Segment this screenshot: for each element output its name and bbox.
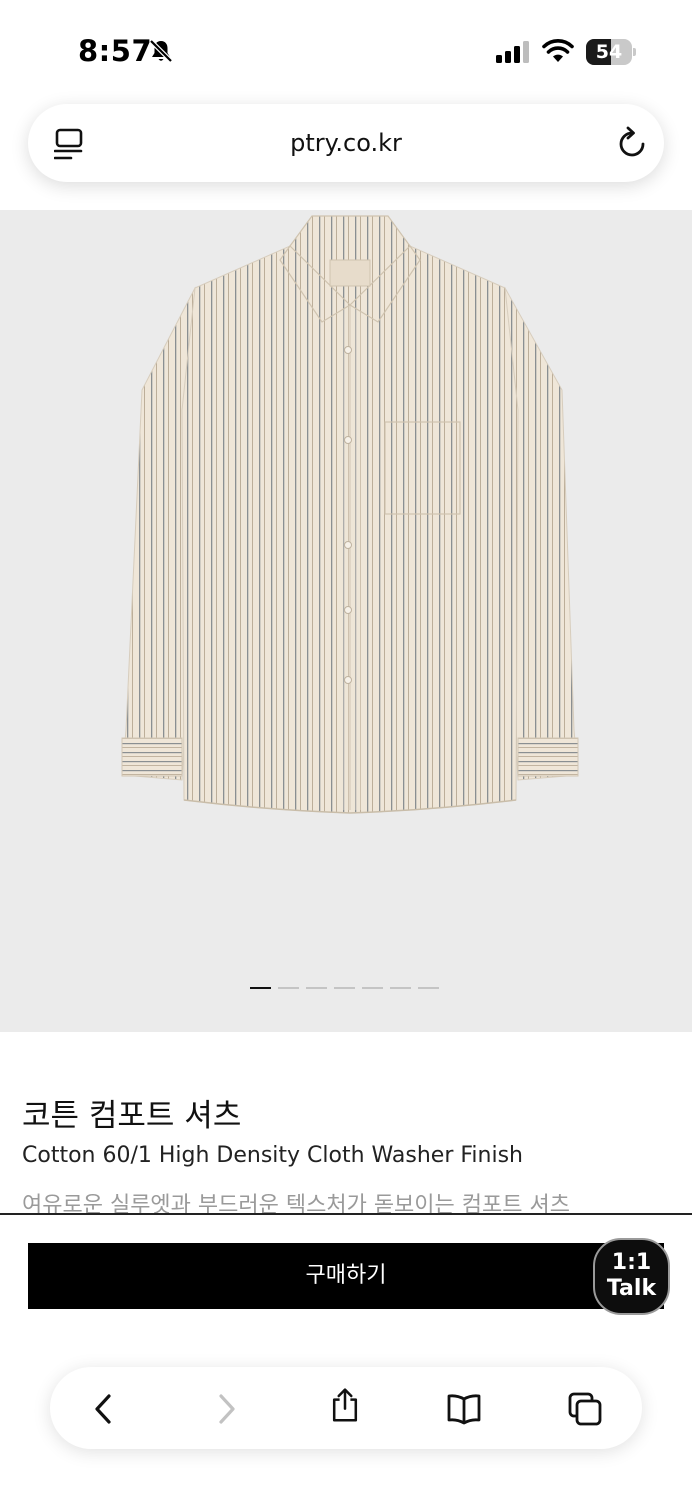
- purchase-bar: 구매하기 1:1 Talk: [0, 1215, 692, 1340]
- bell-slash-icon: [149, 39, 173, 63]
- product-image-carousel[interactable]: [0, 210, 692, 1032]
- carousel-indicator: [250, 987, 450, 991]
- product-description: 여유로운 실루엣과 부드러운 텍스처가 돋보이는 컴포트 셔츠: [22, 1193, 570, 1214]
- battery-percent: 54: [595, 41, 623, 63]
- browser-address-area: ptry.co.kr: [0, 100, 692, 210]
- tabs-icon[interactable]: [567, 1391, 603, 1427]
- product-subtitle: Cotton 60/1 High Density Cloth Washer Fi…: [22, 1143, 523, 1168]
- reload-icon[interactable]: [616, 126, 648, 160]
- browser-toolbar-area: [0, 1340, 692, 1500]
- browser-toolbar: [50, 1367, 642, 1449]
- talk-label-line2: Talk: [606, 1276, 657, 1301]
- carousel-dot[interactable]: [306, 987, 327, 989]
- carousel-dot[interactable]: [278, 987, 299, 989]
- carousel-dot[interactable]: [418, 987, 439, 989]
- carousel-dot[interactable]: [362, 987, 383, 989]
- product-title: 코튼 컴포트 셔츠: [22, 1098, 242, 1134]
- cellular-signal-icon: [496, 41, 529, 63]
- carousel-dot[interactable]: [250, 987, 271, 989]
- product-photo: [121, 215, 579, 814]
- buy-button[interactable]: 구매하기: [28, 1243, 664, 1309]
- product-info: 코튼 컴포트 셔츠 Cotton 60/1 High Density Cloth…: [0, 1032, 692, 1214]
- carousel-dot[interactable]: [390, 987, 411, 989]
- share-icon[interactable]: [327, 1387, 363, 1423]
- forward-icon[interactable]: [208, 1391, 244, 1427]
- status-time: 8:57: [78, 34, 153, 68]
- carousel-dot[interactable]: [334, 987, 355, 989]
- bookmarks-icon[interactable]: [446, 1391, 482, 1427]
- wifi-icon: [542, 39, 574, 62]
- talk-chat-button[interactable]: 1:1 Talk: [593, 1238, 670, 1315]
- status-bar: 8:57 54: [0, 0, 692, 100]
- back-icon[interactable]: [86, 1391, 122, 1427]
- talk-label-line1: 1:1: [611, 1250, 652, 1275]
- battery-icon: 54: [586, 39, 636, 65]
- url-text[interactable]: ptry.co.kr: [28, 104, 664, 182]
- address-bar[interactable]: ptry.co.kr: [28, 104, 664, 182]
